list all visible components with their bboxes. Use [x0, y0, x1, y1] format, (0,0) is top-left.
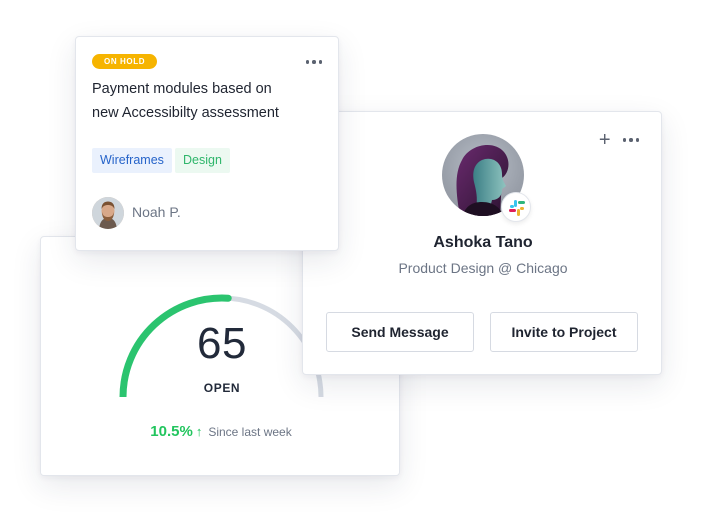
more-dots-icon[interactable] — [305, 54, 322, 70]
task-title-line-1: Payment modules based on — [92, 81, 272, 97]
profile-card: + Ashoka Tano Product Design @ Chicago S… — [302, 111, 662, 375]
page: 65 OPEN 10.5% ↑ Since last week + Ashoka… — [0, 0, 702, 520]
tag-wireframes[interactable]: Wireframes — [92, 148, 172, 173]
send-message-button[interactable]: Send Message — [326, 312, 474, 352]
task-title-line-2: new Accessibilty assessment — [92, 105, 279, 121]
trend-row: 10.5% ↑ Since last week — [41, 423, 399, 440]
task-card[interactable]: ON HOLD Payment modules based on new Acc… — [75, 36, 339, 251]
slack-logo-icon — [501, 192, 531, 222]
arrow-up-icon: ↑ — [195, 424, 203, 439]
open-label: OPEN — [203, 381, 241, 395]
more-dots-icon[interactable] — [622, 132, 639, 148]
open-count: 65 — [197, 319, 247, 368]
trend-note: Since last week — [208, 425, 292, 439]
profile-name: Ashoka Tano — [433, 234, 533, 251]
avatar — [92, 197, 124, 229]
trend-percent: 10.5% — [150, 423, 193, 440]
assignee-portrait — [92, 197, 124, 229]
profile-role: Product Design @ Chicago — [398, 260, 568, 276]
tag-design[interactable]: Design — [175, 148, 230, 173]
task-title: Payment modules based on new Accessibilt… — [92, 77, 324, 125]
status-badge: ON HOLD — [92, 54, 158, 69]
invite-to-project-button[interactable]: Invite to Project — [490, 312, 638, 352]
profile-actions: + — [599, 130, 639, 150]
assignee-name: Noah P. — [132, 204, 181, 220]
plus-icon[interactable]: + — [599, 130, 611, 150]
